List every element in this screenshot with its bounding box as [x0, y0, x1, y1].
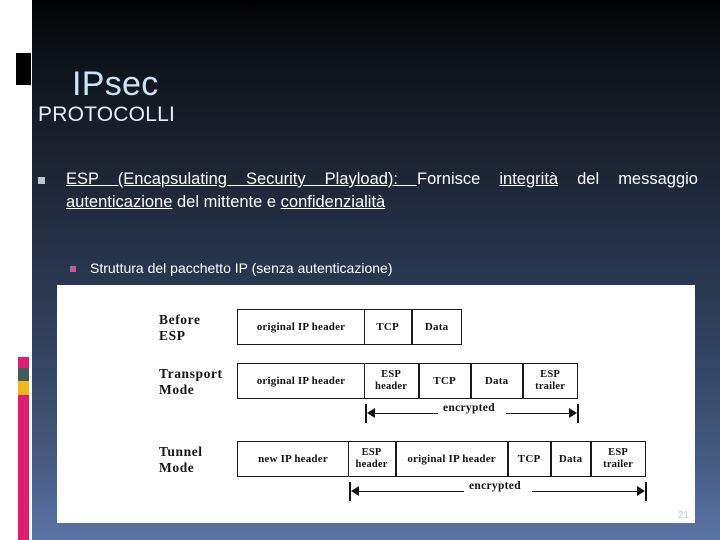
square-bullet-icon: [70, 266, 76, 272]
diagram-row-label-line: Mode: [159, 381, 195, 397]
diagram-packet-field-line: new IP header: [258, 452, 328, 465]
diagram-packet-field: TCP: [507, 441, 551, 477]
bullet-text-run: Security: [245, 170, 325, 188]
diagram-packet-field-line: header: [355, 459, 388, 470]
bullet-text-run: del mittente e: [172, 193, 281, 212]
diagram-packet-field: Data: [411, 309, 462, 345]
span-end-cap-right: [645, 482, 647, 501]
diagram-packet-field-line: ESP: [381, 369, 402, 381]
diagram-row-label-line: ESP: [159, 327, 186, 343]
diagram-packet-field-line: original IP header: [256, 374, 346, 387]
diagram-packet-field-line: trailer: [603, 459, 634, 470]
figure-panel: Before ESP original IP header TCP Data Transp…: [57, 285, 695, 523]
bullet-text-run: del messaggio: [558, 170, 698, 188]
bullet-level1: ESP (Encapsulating Security Playload): F…: [38, 168, 698, 215]
bullet-text-run: Playload):: [324, 170, 418, 188]
esp-packet-diagram: Before ESP original IP header TCP Data Transp…: [57, 285, 695, 523]
diagram-packet-field: ESP header: [363, 363, 419, 399]
diagram-packet-field: Data: [550, 441, 591, 477]
diagram-packet-field-line: TCP: [517, 452, 541, 465]
diagram-packet-field-line: original IP header: [407, 452, 496, 465]
slide: IPsec PROTOCOLLI ESP (Encapsulating Secu…: [0, 0, 720, 540]
slide-body: IPsec PROTOCOLLI ESP (Encapsulating Secu…: [32, 0, 720, 540]
page-title: IPsec: [72, 64, 159, 103]
decor-segment-slate: [18, 368, 29, 381]
left-margin-strip: [0, 0, 32, 540]
decor-black-bar: [16, 53, 31, 85]
diagram-packet-field: new IP header: [237, 441, 349, 477]
decor-color-stack: [18, 357, 29, 540]
diagram-row-label-line: Transport: [159, 366, 223, 381]
arrow-right-icon: [637, 486, 645, 496]
diagram-packet-field: TCP: [418, 363, 471, 399]
diagram-packet-field: original IP header: [237, 309, 365, 345]
span-line-left: [357, 491, 464, 493]
diagram-packet-field: ESP header: [347, 441, 396, 477]
diagram-packet-field: original IP header: [395, 441, 508, 477]
bullet-text-run: integrità: [499, 170, 559, 188]
bullet-text-run: confidenzialità: [280, 193, 386, 212]
diagram-packet-field-line: Data: [484, 374, 509, 387]
bullet-level2-text: Struttura del pacchetto IP (senza autent…: [90, 260, 393, 276]
span-line-right: [506, 413, 571, 415]
diagram-packet-field: ESP trailer: [590, 441, 646, 477]
diagram-encrypted-span: encrypted: [349, 480, 647, 503]
decor-segment-pink-long: [18, 395, 29, 540]
bullet-level1-text: ESP (Encapsulating Security Playload): F…: [66, 168, 698, 215]
bullet-text-run: Fornisce: [417, 170, 500, 188]
diagram-packet-field-line: TCP: [376, 320, 399, 333]
diagram-packet-field: original IP header: [237, 363, 365, 399]
arrow-left-icon: [367, 408, 375, 418]
diagram-row-label-line: Tunnel: [159, 444, 203, 459]
span-line-right: [532, 491, 639, 493]
diagram-packet-field-line: ESP: [608, 447, 629, 459]
diagram-row-label: Tunnel Mode: [159, 444, 203, 476]
span-line-left: [373, 413, 438, 415]
diagram-packet-field-line: original IP header: [256, 320, 346, 333]
diagram-packet-field-line: Data: [558, 452, 583, 465]
diagram-packet-field-line: trailer: [535, 381, 566, 392]
bullet-text-run: autenticazione: [66, 193, 173, 212]
diagram-packet-field-line: ESP: [540, 369, 561, 381]
span-end-cap-right: [577, 404, 579, 423]
diagram-packet-field: Data: [470, 363, 523, 399]
arrow-left-icon: [351, 486, 359, 496]
diagram-packet-field-line: header: [375, 381, 408, 392]
diagram-packet-field: TCP: [363, 309, 412, 345]
diagram-row-label: Transport Mode: [159, 366, 223, 398]
arrow-right-icon: [569, 408, 577, 418]
diagram-packet-field-line: ESP: [361, 447, 382, 459]
diagram-packet-field: ESP trailer: [522, 363, 578, 399]
encrypted-label: encrypted: [438, 402, 500, 414]
diagram-row-label: Before ESP: [159, 312, 201, 344]
square-bullet-icon: [38, 177, 45, 184]
slide-subtitle: PROTOCOLLI: [38, 103, 175, 126]
decor-segment-pink-top: [18, 357, 29, 368]
diagram-packet-field-line: TCP: [433, 374, 456, 387]
slide-number: 21: [677, 510, 689, 521]
diagram-packet-field-line: Data: [424, 320, 449, 333]
diagram-row-label-line: Before: [159, 312, 201, 327]
bullet-level2: Struttura del pacchetto IP (senza autent…: [70, 259, 670, 278]
bullet-text-run: ESP: [66, 170, 118, 188]
encrypted-label: encrypted: [464, 480, 526, 492]
diagram-encrypted-span: encrypted: [365, 402, 579, 425]
bullet-text-run: (Encapsulating: [117, 170, 246, 188]
decor-segment-yellow: [18, 381, 29, 395]
diagram-row-label-line: Mode: [159, 459, 195, 475]
